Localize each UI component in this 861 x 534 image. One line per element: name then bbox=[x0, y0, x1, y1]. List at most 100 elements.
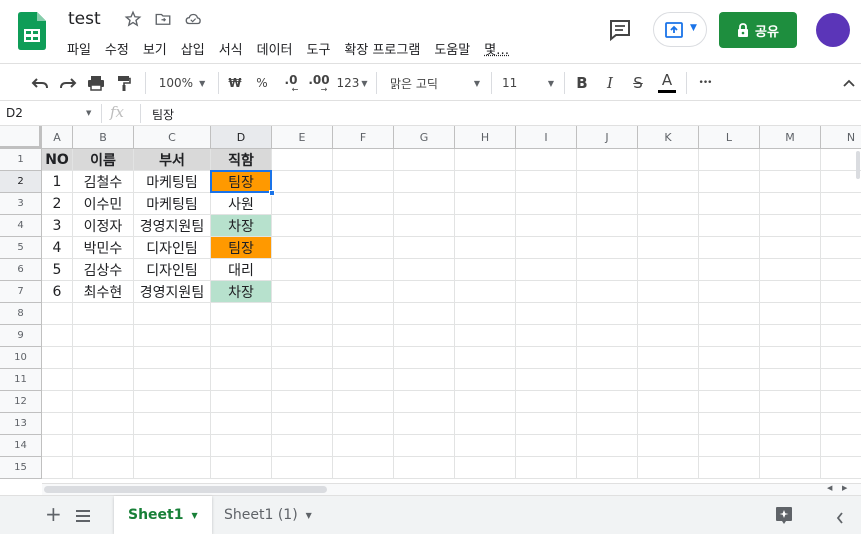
cell-j5[interactable] bbox=[577, 237, 638, 259]
cell-g7[interactable] bbox=[394, 281, 455, 303]
cell-l15[interactable] bbox=[699, 457, 760, 479]
cell-k3[interactable] bbox=[638, 193, 699, 215]
cell-l12[interactable] bbox=[699, 391, 760, 413]
move-folder-icon[interactable] bbox=[154, 10, 172, 28]
menu-help[interactable]: 도움말 bbox=[427, 37, 477, 60]
zoom-select[interactable]: 100% ▼ bbox=[152, 71, 212, 95]
cell-d12[interactable] bbox=[211, 391, 272, 413]
formula-input[interactable]: 팀장 bbox=[152, 106, 174, 123]
cell-h14[interactable] bbox=[455, 435, 516, 457]
cell-l4[interactable] bbox=[699, 215, 760, 237]
cell-b15[interactable] bbox=[73, 457, 134, 479]
cell-e12[interactable] bbox=[272, 391, 333, 413]
menu-view[interactable]: 보기 bbox=[136, 37, 174, 60]
row-header-8[interactable]: 8 bbox=[0, 303, 42, 325]
row-header-12[interactable]: 12 bbox=[0, 391, 42, 413]
cell-m12[interactable] bbox=[760, 391, 821, 413]
cell-f14[interactable] bbox=[333, 435, 394, 457]
cell-b4[interactable]: 이정자 bbox=[73, 215, 134, 237]
cell-h6[interactable] bbox=[455, 259, 516, 281]
cell-l8[interactable] bbox=[699, 303, 760, 325]
row-header-9[interactable]: 9 bbox=[0, 325, 42, 347]
select-all-corner[interactable] bbox=[0, 126, 42, 149]
cell-f4[interactable] bbox=[333, 215, 394, 237]
row-header-10[interactable]: 10 bbox=[0, 347, 42, 369]
column-header-l[interactable]: L bbox=[699, 126, 760, 149]
cell-k12[interactable] bbox=[638, 391, 699, 413]
cell-a1[interactable]: NO bbox=[42, 149, 73, 171]
cell-k9[interactable] bbox=[638, 325, 699, 347]
cell-g2[interactable] bbox=[394, 171, 455, 193]
row-header-6[interactable]: 6 bbox=[0, 259, 42, 281]
star-icon[interactable] bbox=[124, 10, 142, 28]
cell-i6[interactable] bbox=[516, 259, 577, 281]
cell-i13[interactable] bbox=[516, 413, 577, 435]
cell-j2[interactable] bbox=[577, 171, 638, 193]
row-header-5[interactable]: 5 bbox=[0, 237, 42, 259]
cell-c10[interactable] bbox=[134, 347, 211, 369]
cell-j4[interactable] bbox=[577, 215, 638, 237]
cell-g11[interactable] bbox=[394, 369, 455, 391]
cell-g13[interactable] bbox=[394, 413, 455, 435]
cell-b7[interactable]: 최수현 bbox=[73, 281, 134, 303]
menu-file[interactable]: 파일 bbox=[60, 37, 98, 60]
cell-g6[interactable] bbox=[394, 259, 455, 281]
font-family-select[interactable]: 맑은 고딕 ▼ bbox=[386, 71, 484, 95]
cell-e15[interactable] bbox=[272, 457, 333, 479]
column-header-i[interactable]: I bbox=[516, 126, 577, 149]
cell-c15[interactable] bbox=[134, 457, 211, 479]
cell-e9[interactable] bbox=[272, 325, 333, 347]
column-header-g[interactable]: G bbox=[394, 126, 455, 149]
menu-edit[interactable]: 수정 bbox=[98, 37, 136, 60]
paint-format-icon[interactable] bbox=[112, 71, 136, 95]
avatar[interactable] bbox=[816, 13, 850, 47]
cell-i8[interactable] bbox=[516, 303, 577, 325]
cell-d8[interactable] bbox=[211, 303, 272, 325]
cell-e4[interactable] bbox=[272, 215, 333, 237]
cell-c14[interactable] bbox=[134, 435, 211, 457]
cell-c5[interactable]: 디자인팀 bbox=[134, 237, 211, 259]
cell-h13[interactable] bbox=[455, 413, 516, 435]
dropdown-arrow-icon[interactable]: ▼ bbox=[191, 511, 197, 520]
cell-b9[interactable] bbox=[73, 325, 134, 347]
cell-f7[interactable] bbox=[333, 281, 394, 303]
cell-h1[interactable] bbox=[455, 149, 516, 171]
cell-d9[interactable] bbox=[211, 325, 272, 347]
cell-j6[interactable] bbox=[577, 259, 638, 281]
cell-b14[interactable] bbox=[73, 435, 134, 457]
cell-e6[interactable] bbox=[272, 259, 333, 281]
row-header-2[interactable]: 2 bbox=[0, 171, 42, 193]
cell-f1[interactable] bbox=[333, 149, 394, 171]
cell-m7[interactable] bbox=[760, 281, 821, 303]
cell-k15[interactable] bbox=[638, 457, 699, 479]
cell-j12[interactable] bbox=[577, 391, 638, 413]
present-button[interactable]: ▼ bbox=[653, 12, 707, 47]
cell-i9[interactable] bbox=[516, 325, 577, 347]
horizontal-scroll-thumb[interactable] bbox=[44, 486, 327, 493]
cell-g4[interactable] bbox=[394, 215, 455, 237]
cell-g5[interactable] bbox=[394, 237, 455, 259]
cell-h5[interactable] bbox=[455, 237, 516, 259]
cell-c7[interactable]: 경영지원팀 bbox=[134, 281, 211, 303]
cell-d14[interactable] bbox=[211, 435, 272, 457]
cell-l13[interactable] bbox=[699, 413, 760, 435]
comment-history-icon[interactable] bbox=[607, 18, 633, 42]
row-header-13[interactable]: 13 bbox=[0, 413, 42, 435]
cell-e1[interactable] bbox=[272, 149, 333, 171]
cell-a9[interactable] bbox=[42, 325, 73, 347]
cell-i14[interactable] bbox=[516, 435, 577, 457]
cell-g12[interactable] bbox=[394, 391, 455, 413]
dropdown-arrow-icon[interactable]: ▼ bbox=[306, 511, 312, 520]
cell-a4[interactable]: 3 bbox=[42, 215, 73, 237]
cell-c11[interactable] bbox=[134, 369, 211, 391]
cell-k7[interactable] bbox=[638, 281, 699, 303]
cell-f9[interactable] bbox=[333, 325, 394, 347]
cell-d6[interactable]: 대리 bbox=[211, 259, 272, 281]
cloud-status-icon[interactable] bbox=[184, 10, 202, 28]
cell-k10[interactable] bbox=[638, 347, 699, 369]
cell-a7[interactable]: 6 bbox=[42, 281, 73, 303]
cell-a5[interactable]: 4 bbox=[42, 237, 73, 259]
scroll-left-arrow-icon[interactable]: ◀ bbox=[827, 484, 832, 492]
cell-l3[interactable] bbox=[699, 193, 760, 215]
cell-j1[interactable] bbox=[577, 149, 638, 171]
